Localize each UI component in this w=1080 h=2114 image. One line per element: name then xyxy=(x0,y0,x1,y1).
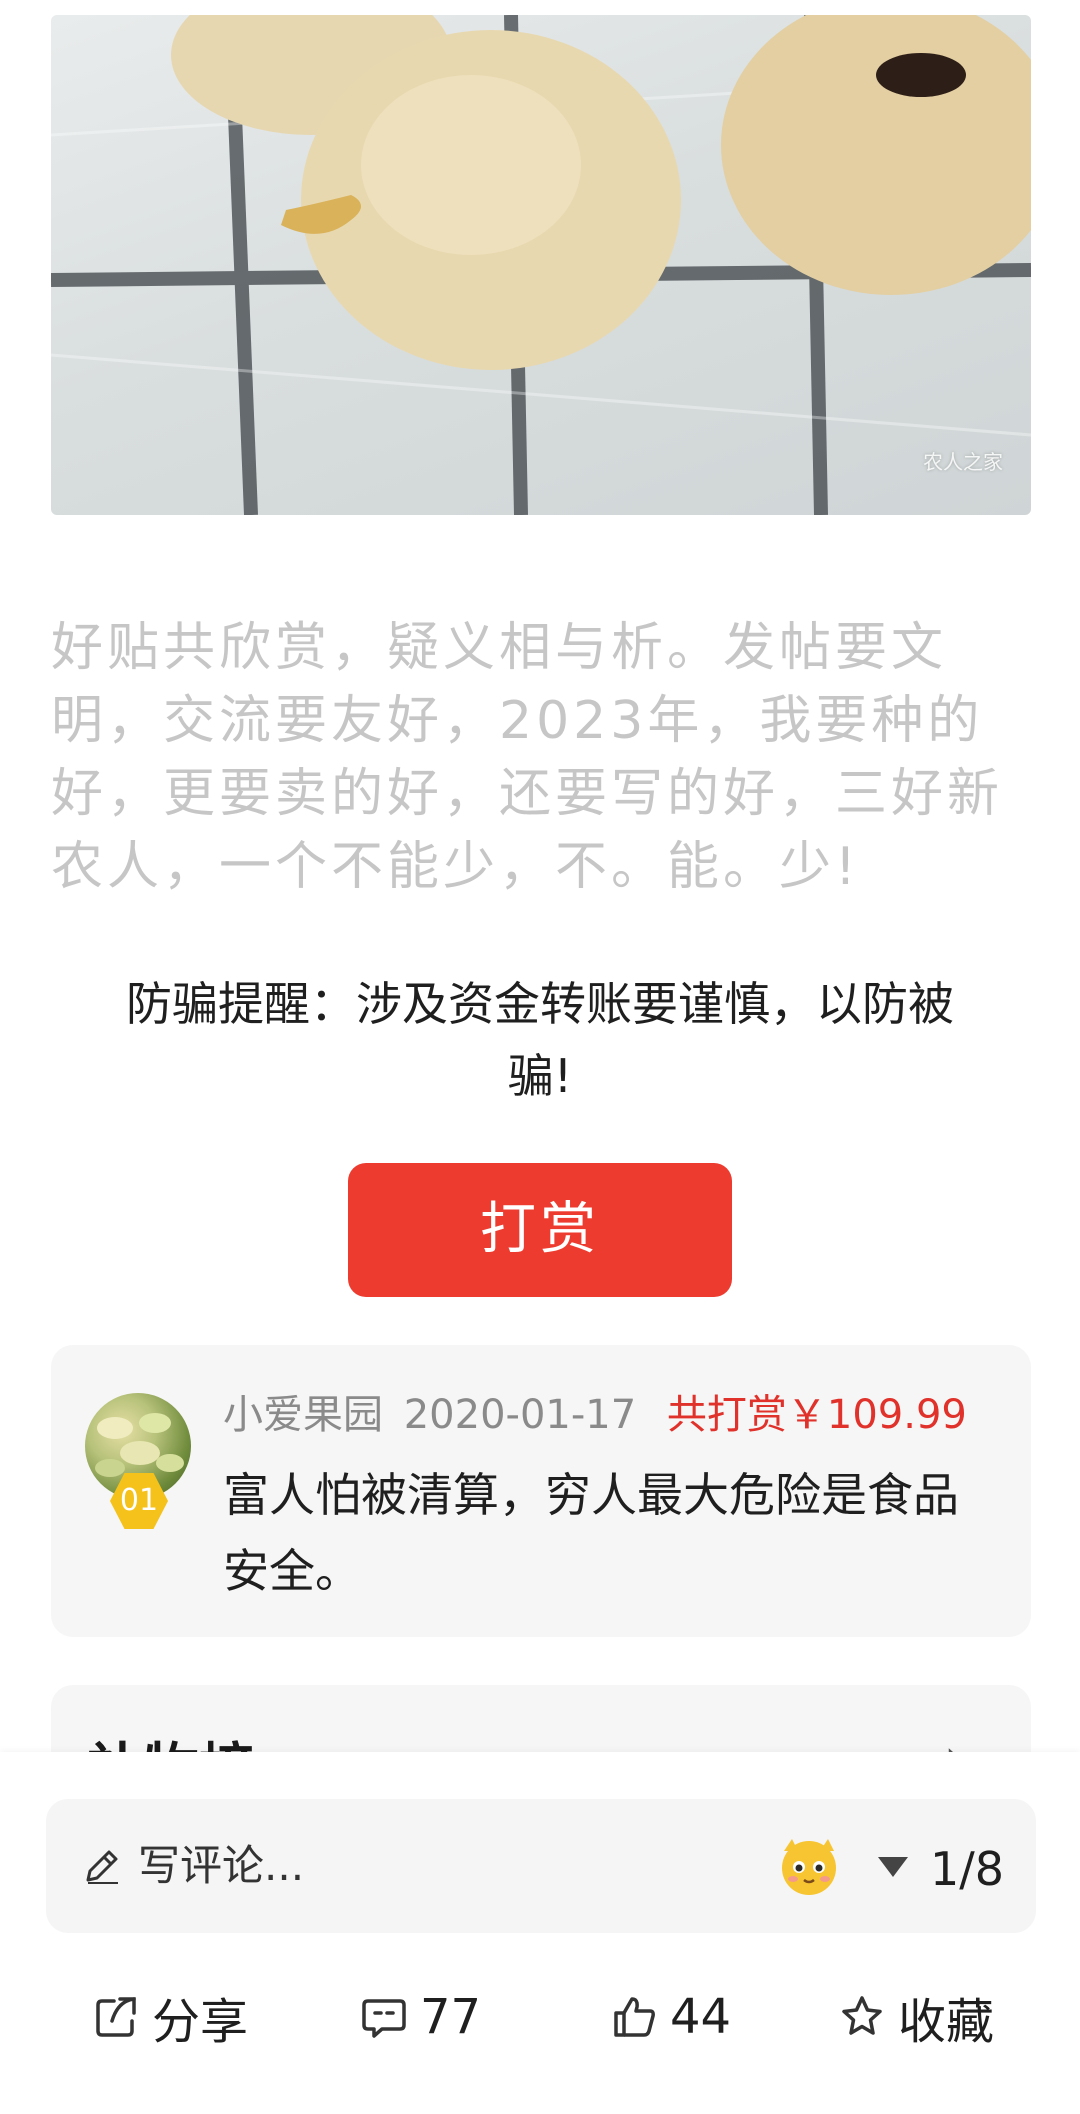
reward-total: 共打赏￥109.99 xyxy=(666,1392,967,1438)
reward-comment: 富人怕被清算，穷人最大危险是食品安全。 xyxy=(223,1468,959,1598)
star-icon xyxy=(842,1996,882,2035)
caret-down-icon xyxy=(878,1856,908,1877)
reward-username[interactable]: 小爱果园 xyxy=(223,1392,383,1438)
like-button[interactable]: 44 xyxy=(610,1952,731,2082)
likes-count: 44 xyxy=(670,1989,732,2045)
reward-meta: 小爱果园 2020-01-17 共打赏￥109.99 xyxy=(223,1387,1013,1443)
share-button[interactable]: 分享 xyxy=(92,1952,248,2082)
favorite-label: 收藏 xyxy=(898,1994,995,2050)
comments-count: 77 xyxy=(420,1989,482,2045)
fraud-warning: 防骗提醒：涉及资金转账要谨慎，以防被骗! xyxy=(126,977,954,1103)
post-detail-page: 农人之家 好贴共欣赏，疑义相与析。发帖要文明，交流要友好，2023年，我要种的好… xyxy=(0,0,1080,2114)
comment-input[interactable]: 写评论... 1/8 xyxy=(46,1799,1036,1933)
reward-date: 2020-01-17 xyxy=(403,1392,637,1438)
fig-photo-icon xyxy=(51,15,1031,515)
pencil-icon xyxy=(86,1850,118,1884)
page-indicator-text: 1/8 xyxy=(930,1842,1005,1896)
post-photo[interactable]: 农人之家 xyxy=(51,15,1031,515)
share-icon xyxy=(96,1997,136,2037)
page-indicator[interactable]: 1/8 xyxy=(878,1839,1004,1899)
bottom-bar: 写评论... 1/8 分享 77 44 收藏 xyxy=(0,1752,1080,2114)
post-body-text: 好贴共欣赏，疑义相与析。发帖要文明，交流要友好，2023年，我要种的好，更要卖的… xyxy=(51,618,1004,897)
watermark-text: 农人之家 xyxy=(923,450,1003,474)
thumbs-up-icon xyxy=(614,1997,655,2037)
emoji-icon[interactable] xyxy=(774,1831,844,1901)
reward-card[interactable]: 01 小爱果园 2020-01-17 共打赏￥109.99 富人怕被清算，穷人最… xyxy=(51,1345,1031,1637)
comments-button[interactable]: 77 xyxy=(360,1952,481,2082)
tip-button[interactable]: 打赏 xyxy=(348,1163,732,1297)
action-bar: 分享 77 44 收藏 xyxy=(0,1952,1080,2082)
comment-icon xyxy=(362,1999,406,2038)
comment-placeholder: 写评论... xyxy=(138,1841,305,1890)
share-label: 分享 xyxy=(152,1994,249,2050)
favorite-button[interactable]: 收藏 xyxy=(838,1952,994,2082)
